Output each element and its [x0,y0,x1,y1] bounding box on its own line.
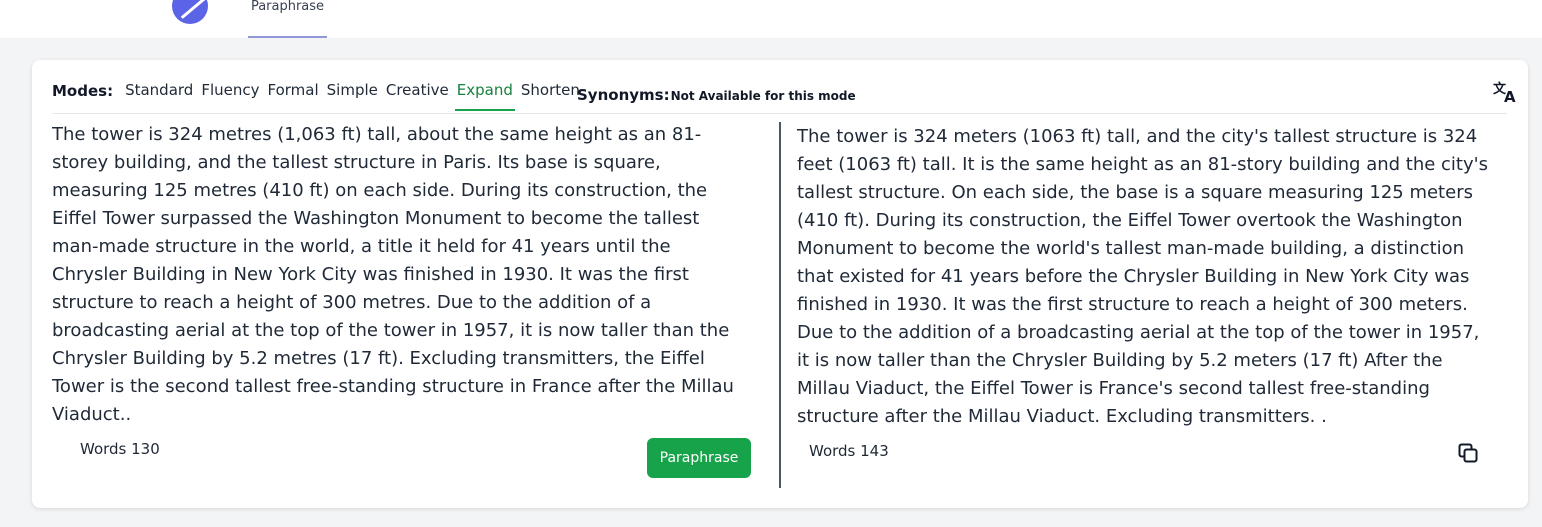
synonyms-value: Not Available for this mode [670,89,856,103]
input-text-area[interactable]: The tower is 324 metres (1,063 ft) tall,… [52,121,742,429]
app-logo-icon[interactable] [172,0,208,24]
tab-paraphrase[interactable]: Paraphrase [248,0,327,38]
mode-formal[interactable]: Formal [268,81,319,101]
mode-standard[interactable]: Standard [125,81,193,101]
paraphraser-card: Modes: Standard Fluency Formal Simple Cr… [32,60,1528,508]
mode-expand[interactable]: Expand [454,81,515,111]
output-word-count: Words 143 [809,442,889,460]
synonyms-label: Synonyms: [577,86,670,104]
svg-text:A: A [1504,88,1516,104]
translate-icon[interactable]: 文 A [1493,80,1519,106]
tab-paraphrase-label: Paraphrase [250,0,325,14]
modes-label: Modes: [52,82,114,100]
input-word-count: Words 130 [80,440,160,458]
paraphrase-button[interactable]: Paraphrase [647,438,751,478]
output-text-area: The tower is 324 meters (1063 ft) tall, … [797,126,1488,427]
mode-creative[interactable]: Creative [386,81,449,101]
copy-icon[interactable] [1457,442,1479,464]
header-divider [52,113,1507,114]
top-bar: Paraphrase [0,0,1542,38]
mode-fluency[interactable]: Fluency [201,81,259,101]
modes-bar: Modes: Standard Fluency Formal Simple Cr… [52,80,588,111]
pane-divider [779,122,781,488]
mode-simple[interactable]: Simple [327,81,378,101]
synonyms-info: Synonyms: Not Available for this mode [577,86,856,104]
mode-shorten[interactable]: Shorten [521,81,580,101]
